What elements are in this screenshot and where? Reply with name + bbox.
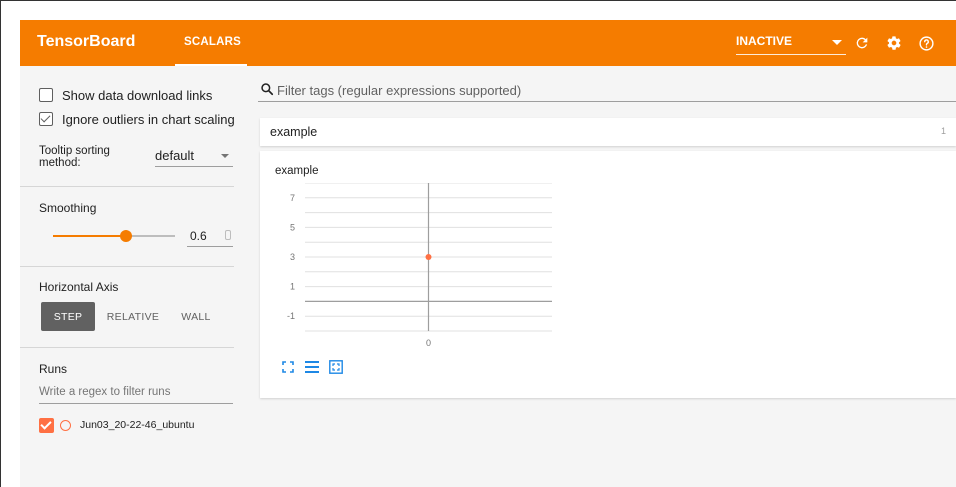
y-tick-label: 3	[290, 252, 295, 262]
search-icon	[261, 83, 274, 96]
chevron-down-icon	[832, 40, 842, 45]
tag-filter-placeholder: Filter tags (regular expressions support…	[277, 83, 522, 98]
tooltip-sorting-label: Tooltip sorting method:	[39, 145, 110, 169]
scalar-chart-card: example -1 1 3 5 7 0	[260, 151, 956, 398]
ignore-outliers-checkbox[interactable]: Ignore outliers in chart scaling	[39, 110, 235, 128]
expand-icon[interactable]	[328, 359, 344, 375]
category-title: example	[270, 125, 318, 139]
refresh-icon[interactable]	[852, 33, 872, 53]
app-brand: TensorBoard	[37, 33, 136, 50]
show-download-links-checkbox[interactable]: Show data download links	[39, 86, 212, 104]
help-icon[interactable]	[916, 33, 936, 53]
dashboard-status-select[interactable]: INACTIVE	[736, 31, 846, 55]
smoothing-title: Smoothing	[39, 201, 97, 215]
gear-icon[interactable]	[884, 33, 904, 53]
checkbox-box[interactable]	[39, 88, 53, 102]
tab-scalars-label: SCALARS	[184, 36, 241, 48]
chevron-down-icon	[221, 154, 229, 158]
top-toolbar: TensorBoard SCALARS INACTIVE	[20, 20, 956, 66]
checkbox-box[interactable]	[39, 112, 53, 126]
tab-scalars[interactable]: SCALARS	[175, 20, 247, 66]
checkbox-label: Show data download links	[62, 87, 213, 103]
axis-step-button[interactable]: STEP	[41, 302, 95, 331]
run-color-icon	[60, 419, 71, 431]
axis-relative-button[interactable]: RELATIVE	[102, 302, 164, 331]
category-header[interactable]: example 1	[260, 118, 956, 146]
frame-border	[0, 0, 956, 1]
smoothing-value: 0.6	[190, 229, 207, 243]
y-tick-label: 7	[290, 193, 295, 203]
category-count: 1	[940, 126, 946, 136]
tensorboard-app: TensorBoard SCALARS INACTIVE Show data d…	[20, 20, 956, 487]
y-tick-label: -1	[287, 311, 295, 321]
tooltip-sorting-value: default	[155, 148, 195, 163]
smoothing-input[interactable]: 0.6	[187, 225, 233, 247]
runs-title: Runs	[39, 362, 68, 376]
fit-domain-icon[interactable]	[280, 359, 296, 375]
x-tick-label: 0	[426, 338, 431, 348]
run-label: Jun03_20-22-46_ubuntu	[80, 419, 195, 431]
slider-fill	[53, 235, 127, 237]
tag-filter-input[interactable]: Filter tags (regular expressions support…	[258, 78, 956, 102]
window-frame: TensorBoard SCALARS INACTIVE Show data d…	[0, 0, 956, 487]
runs-filter-placeholder: Write a regex to filter runs	[39, 386, 171, 398]
data-point	[425, 254, 432, 260]
axis-wall-button[interactable]: WALL	[174, 302, 218, 331]
sidebar: Show data download links Ignore outliers…	[20, 66, 254, 487]
scalar-chart[interactable]: -1 1 3 5 7 0	[275, 183, 555, 355]
chart-title: example	[275, 165, 319, 177]
y-tick-label: 5	[290, 222, 295, 232]
tooltip-sorting-select[interactable]: default	[155, 145, 233, 167]
stepper-icon[interactable]	[225, 230, 231, 240]
smoothing-slider[interactable]	[53, 230, 175, 242]
run-item[interactable]: Jun03_20-22-46_ubuntu	[39, 417, 194, 433]
status-value: INACTIVE	[736, 34, 793, 48]
y-tick-label: 1	[290, 282, 295, 292]
log-scale-icon[interactable]	[304, 359, 320, 375]
chart-toolbar	[280, 359, 344, 375]
runs-filter-input[interactable]: Write a regex to filter runs	[39, 382, 233, 404]
frame-border	[0, 0, 1, 487]
checkbox-label: Ignore outliers in chart scaling	[62, 111, 235, 127]
run-checkbox[interactable]	[39, 417, 54, 433]
horizontal-axis-title: Horizontal Axis	[39, 280, 119, 294]
